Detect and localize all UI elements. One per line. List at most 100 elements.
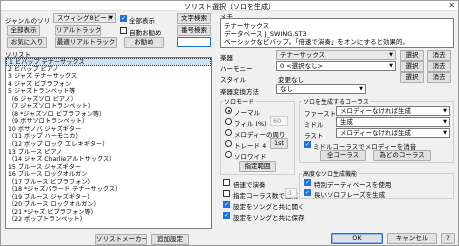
real-track-button[interactable]: リアルトラック (55, 25, 101, 36)
save-settings-with-song-label: 設定をソングと共に保存 (233, 214, 305, 222)
text-search-button[interactable]: 文字検索 (177, 13, 211, 24)
instrument-select[interactable]: テナーサックス ▼ (276, 50, 396, 60)
instrument-change-value: なし (280, 85, 293, 93)
harmony-label: ハーモニー (220, 65, 253, 73)
harmony-select-button[interactable]: 選択 (400, 61, 424, 72)
trade-label: トレード 4 (234, 142, 267, 150)
soloist-dialog: ソリスト選択（ソロを生成） ✕ ジャンルのソリ スウィング8ビート ▼ ✓ 全部表… (0, 0, 459, 246)
special-database-label: 特別デーティベースを使用 (314, 181, 392, 189)
first-chorus-label: ファースト (304, 110, 337, 118)
list-item[interactable]: 16 ブルース ロックオルガン (6, 171, 211, 179)
save-settings-with-song-checkbox[interactable]: ✓ (223, 212, 230, 219)
normal-radio[interactable] (225, 107, 232, 114)
double-time-checkbox[interactable] (223, 179, 230, 186)
middle-chorus-label: ミドル (304, 121, 324, 129)
list-item[interactable]: （18 *ジャズバラード テナーサックス） (6, 186, 211, 194)
memo-box: テナーサックス データベース J_SWING.ST3 ベーシックなビバップ。「倍… (220, 18, 454, 48)
show-all-button[interactable]: 全部表示 (7, 25, 40, 36)
chevron-down-icon: ▼ (443, 108, 447, 114)
chevron-down-icon: ▼ (359, 86, 363, 92)
instrument-label: 楽器 (220, 54, 233, 62)
soloist-maker-button[interactable]: ソリストメーカー (95, 234, 147, 245)
soloist-list[interactable]: 1 ビバップ テナーサックス 2 ビバップ ピアノ 3 ジャズ テナーサックス 4 ジ… (5, 57, 212, 229)
list-item[interactable]: （22 ボップトランペット） (6, 216, 211, 224)
first-chorus-value: メロディーなければ生成 (340, 107, 412, 115)
genre-label: ジャンルのソリ (5, 17, 51, 25)
list-item[interactable]: （9 ボサソロトランペット） (6, 118, 211, 126)
instrument-change-label: 楽器変換方法 (220, 88, 259, 96)
harmony-value: 0 <選択なし> (280, 62, 324, 70)
chevron-down-icon: ▼ (443, 119, 447, 125)
long-phrase-label: 長いソロフレーズを生成 (314, 191, 386, 199)
fixed-chorus-count-input[interactable]: 1 (285, 188, 297, 198)
middle-chorus-value: 生成 (340, 118, 353, 126)
melody-around-radio[interactable] (225, 129, 232, 136)
which-chorus-button[interactable]: 為どのコーラス (373, 150, 431, 161)
auto-recommend-label: 自動お勧め (129, 29, 162, 37)
middle-chorus-mute-checkbox[interactable]: ✓ (304, 141, 311, 148)
style-clear-button[interactable]: 消去 (427, 72, 451, 83)
harmony-select[interactable]: 0 <選択なし> ▼ (276, 61, 396, 71)
instrument-change-select[interactable]: なし ▼ (276, 84, 366, 94)
recommend-button[interactable]: お勧め (124, 37, 164, 48)
chevron-down-icon: ▼ (389, 63, 393, 69)
number-input[interactable] (177, 37, 211, 47)
list-item[interactable]: 2 ビバップ ピアノ (6, 66, 211, 74)
list-item[interactable]: （14 ジャズ Charlieアルトサックス） (6, 156, 211, 164)
instrument-select-button[interactable]: 選択 (400, 50, 424, 61)
list-item[interactable]: 13 ブルース ピアノ (6, 149, 211, 157)
genre-select[interactable]: スウィング8ビート ▼ (53, 13, 116, 23)
list-item[interactable]: 1 ビバップ テナーサックス (6, 58, 211, 66)
favorites-button[interactable]: お気に入り (7, 37, 47, 48)
list-item[interactable]: （7 ジャズソロトランペット） (6, 103, 211, 111)
chorus-generation-label: ソロを生成するコーラス (302, 97, 370, 106)
solo-mode-label: ソロモード (223, 97, 256, 106)
show-all-label: 全部表示 (129, 17, 155, 25)
specify-section-button[interactable]: 指定範囲 (239, 161, 276, 172)
fill-percent-input[interactable]: 60 (270, 116, 288, 126)
long-phrase-checkbox[interactable]: ✓ (304, 189, 311, 196)
harmony-clear-button[interactable]: 消去 (427, 61, 451, 72)
chevron-down-icon: ▼ (389, 52, 393, 58)
open-settings-with-song-checkbox[interactable]: ✓ (223, 201, 230, 208)
list-item[interactable]: （11 ボップ ハーモニカ） (6, 133, 211, 141)
list-item[interactable]: 5 ジャズトランペット等 (6, 88, 211, 96)
trade-radio[interactable] (225, 140, 232, 147)
chevron-down-icon: ▼ (109, 15, 113, 21)
fixed-chorus-count-checkbox[interactable] (223, 190, 230, 197)
last-chorus-label: ラスト (304, 132, 324, 140)
instrument-clear-button[interactable]: 消去 (427, 50, 451, 61)
double-time-label: 倍速で演奏 (233, 181, 266, 189)
advanced-label: 高度なソロ生成機能 (302, 169, 359, 178)
middle-chorus-select[interactable]: 生成 ▼ (336, 117, 450, 127)
last-chorus-select[interactable]: メロディーなければ生成 ▼ (336, 128, 450, 138)
number-search-button[interactable]: 番号検索 (177, 25, 211, 36)
close-icon[interactable]: ✕ (448, 1, 455, 10)
trade-order-button[interactable]: 1st (270, 138, 288, 149)
last-chorus-value: メロディーなければ生成 (340, 129, 412, 137)
style-label: スタイル (220, 76, 246, 84)
list-item[interactable]: 3 ジャズ テナーサックス (6, 73, 211, 81)
style-value: 変更なし (278, 76, 304, 84)
ok-button[interactable]: OK (331, 233, 383, 244)
list-item[interactable]: （12 ボップ ロック エレキギター） (6, 141, 211, 149)
cancel-button[interactable]: キャンセル (387, 233, 437, 244)
auto-recommend-checkbox[interactable] (120, 27, 127, 34)
solo-wide-label: ソロワイド (234, 153, 267, 161)
fill-radio[interactable] (225, 118, 232, 125)
special-database-checkbox[interactable]: ✓ (304, 179, 311, 186)
solo-wide-radio[interactable] (225, 151, 232, 158)
normal-label: ノーマル (234, 109, 260, 117)
additional-settings-button[interactable]: 追加設定 (151, 234, 189, 245)
style-select-button[interactable]: 選択 (400, 72, 424, 83)
open-settings-with-song-label: 設定をソングと共に開く (233, 203, 305, 211)
first-chorus-select[interactable]: メロディーなければ生成 ▼ (336, 106, 450, 116)
best-real-track-button[interactable]: 最適リアルトラック (55, 37, 117, 48)
show-all-checkbox[interactable]: ✓ (120, 15, 127, 22)
chevron-down-icon: ▼ (443, 130, 447, 136)
all-chorus-button[interactable]: 全コーラス (320, 150, 366, 161)
genre-select-value: スウィング8ビート (57, 14, 114, 22)
help-button[interactable]: ? (441, 233, 455, 244)
list-item[interactable]: （20 ブルース ロックオルガン） (6, 201, 211, 209)
instrument-value: テナーサックス (280, 51, 326, 59)
